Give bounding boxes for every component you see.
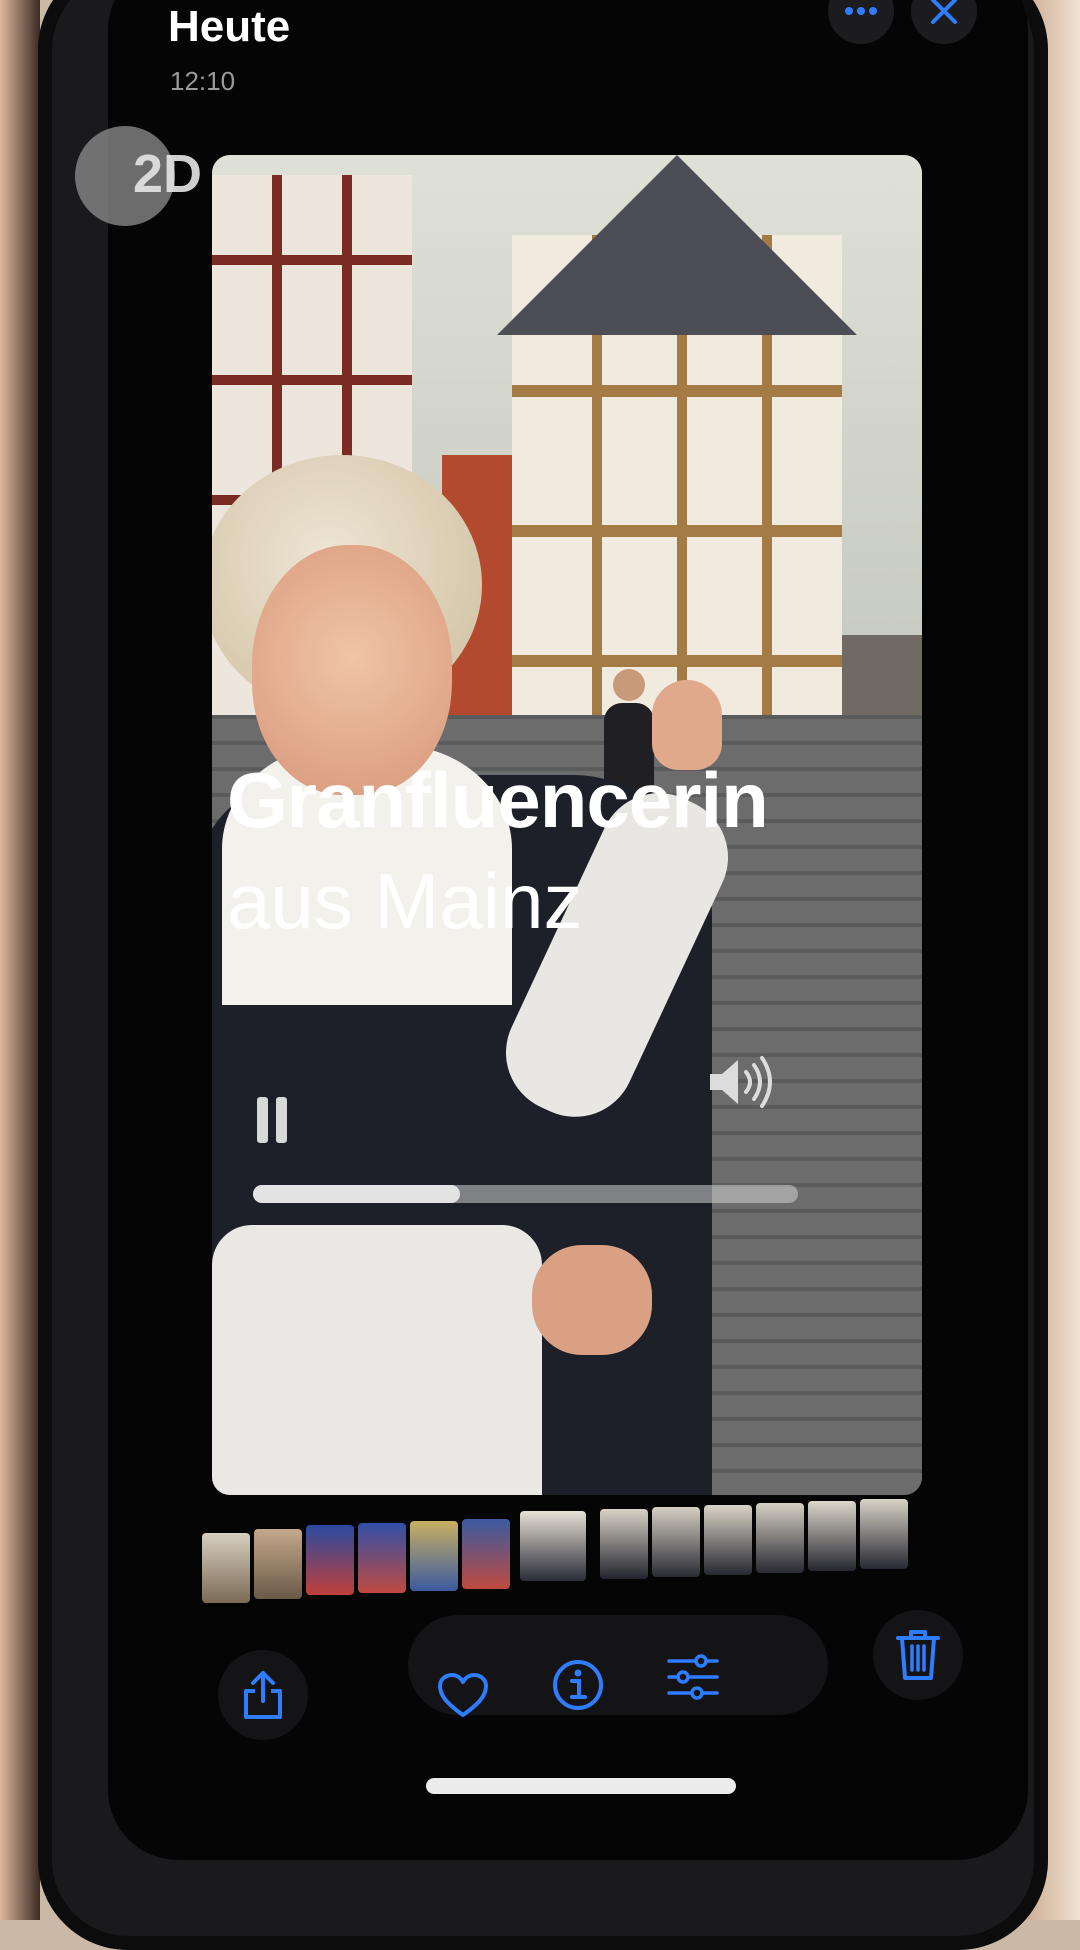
heart-icon [438, 1673, 488, 1717]
phone-frame: Heute 12:10 Granfluencerin aus Mainz [38, 0, 1048, 1950]
info-icon [553, 1660, 603, 1710]
scrubber-progress [253, 1185, 461, 1203]
thumbnail[interactable] [254, 1529, 302, 1599]
share-icon [244, 1671, 282, 1719]
broadcaster-logo: 2DF [75, 126, 205, 226]
overlay-title: Granfluencerin [227, 756, 769, 844]
close-button[interactable] [911, 0, 977, 44]
thumbnail[interactable] [600, 1509, 648, 1579]
hand [532, 1245, 652, 1355]
thumbnail[interactable] [462, 1519, 510, 1589]
thumbnail-strip[interactable] [202, 1499, 962, 1603]
thumbnail[interactable] [704, 1505, 752, 1575]
roof [497, 155, 857, 335]
thumbnail[interactable] [410, 1521, 458, 1591]
thumbnail[interactable] [358, 1523, 406, 1593]
video-scrubber[interactable] [253, 1185, 798, 1203]
home-indicator[interactable] [426, 1778, 736, 1794]
page-title: Heute [168, 2, 291, 51]
delete-button[interactable] [873, 1610, 963, 1700]
close-icon [931, 0, 957, 24]
thumbnail[interactable] [202, 1533, 250, 1603]
volume-icon[interactable] [706, 1052, 776, 1112]
background-left [0, 0, 40, 1920]
overlay-subtitle: aus Mainz [227, 857, 583, 945]
sleeve [212, 1225, 542, 1495]
ellipsis-icon [845, 7, 877, 15]
trash-icon [896, 1630, 940, 1680]
thumbnail-current[interactable] [520, 1511, 586, 1581]
photos-screen: Heute 12:10 Granfluencerin aus Mainz [108, 0, 1028, 1860]
thumbnail[interactable] [306, 1525, 354, 1595]
pause-button[interactable] [253, 1097, 293, 1143]
more-button[interactable] [828, 0, 894, 44]
info-button[interactable] [533, 1640, 623, 1730]
favorite-button[interactable] [418, 1650, 508, 1740]
thumbnail[interactable] [860, 1499, 908, 1569]
adjust-button[interactable] [648, 1632, 738, 1722]
thumbnail[interactable] [808, 1501, 856, 1571]
logo-text: 2DF [133, 144, 205, 204]
thumbnail[interactable] [652, 1507, 700, 1577]
share-button[interactable] [218, 1650, 308, 1740]
timestamp: 12:10 [170, 66, 236, 96]
thumbnail[interactable] [756, 1503, 804, 1573]
sliders-icon [667, 1654, 719, 1700]
